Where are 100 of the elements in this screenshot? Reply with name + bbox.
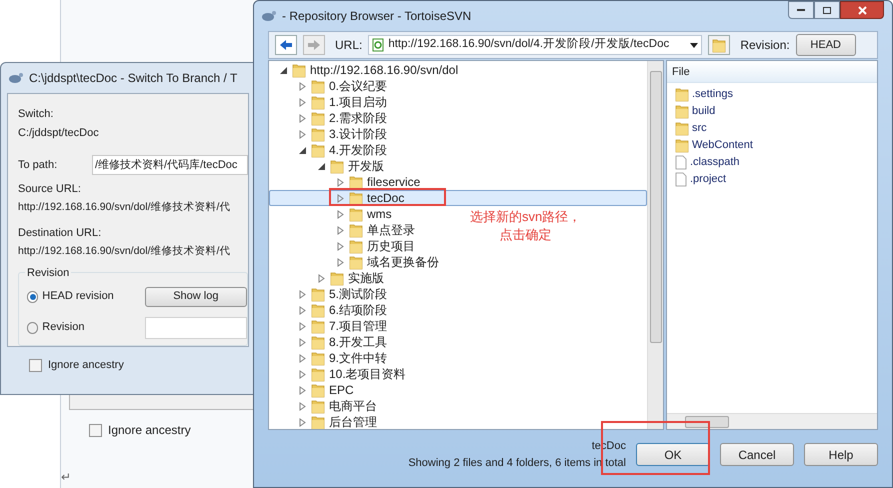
file-name[interactable]: build	[692, 103, 716, 120]
forward-button[interactable]	[303, 35, 325, 55]
tree-item[interactable]: tecDoc	[269, 190, 647, 206]
dialog-button[interactable]: Help	[804, 443, 878, 466]
collapsed-arrow-icon[interactable]	[337, 226, 345, 234]
collapsed-arrow-icon[interactable]	[337, 242, 345, 250]
radio-label: Revision	[42, 320, 86, 336]
collapsed-arrow-icon[interactable]	[337, 210, 345, 218]
tree-item[interactable]: 历史项目	[269, 238, 418, 254]
expanded-arrow-icon[interactable]	[318, 162, 326, 170]
collapsed-arrow-icon[interactable]	[299, 82, 307, 90]
minimize-button[interactable]	[788, 1, 814, 19]
collapsed-arrow-icon[interactable]	[299, 322, 307, 330]
back-button[interactable]	[275, 35, 297, 55]
maximize-button[interactable]	[814, 1, 840, 19]
folder-icon	[675, 87, 689, 102]
checkbox[interactable]	[29, 358, 42, 372]
tree-item[interactable]: EPC	[269, 382, 357, 398]
window-title: C:\jddspt\tecDoc - Switch To Branch / T	[29, 70, 238, 87]
collapsed-arrow-icon[interactable]	[337, 258, 345, 266]
collapsed-arrow-icon[interactable]	[299, 338, 307, 346]
tree-label: 5.测试阶段	[329, 288, 388, 300]
file-name[interactable]: .settings	[692, 86, 733, 103]
file-name[interactable]: WebContent	[692, 137, 753, 154]
revision-button[interactable]: HEAD	[796, 34, 856, 56]
collapsed-arrow-icon[interactable]	[299, 290, 307, 298]
url-combobox[interactable]: http://192.168.16.90/svn/dol/4.开发阶段/开发版/tecDoc	[368, 35, 702, 55]
collapsed-arrow-icon[interactable]	[299, 306, 307, 314]
tree-item[interactable]: 电商平台	[269, 398, 380, 414]
collapsed-arrow-icon[interactable]	[299, 370, 307, 378]
tree-item[interactable]: 10.老项目资料	[269, 366, 409, 382]
dialog-button[interactable]: OK	[636, 443, 710, 466]
revision-field[interactable]	[144, 316, 247, 338]
collapsed-arrow-icon[interactable]	[299, 418, 307, 426]
collapsed-arrow-icon[interactable]	[299, 114, 307, 122]
up-folder-button[interactable]	[708, 35, 730, 55]
tree-item[interactable]: 0.会议纪要	[269, 78, 390, 94]
right-arrow-icon	[307, 39, 321, 51]
collapsed-arrow-icon[interactable]	[299, 386, 307, 394]
horizontal-scrollbar[interactable]	[667, 413, 877, 429]
url-label: URL:	[335, 37, 362, 54]
tree-item[interactable]: http://192.168.16.90/svn/dol	[269, 62, 462, 78]
tree-item[interactable]: 2.需求阶段	[269, 110, 390, 126]
column-header[interactable]: File	[667, 61, 877, 83]
tree-item[interactable]: 1.项目启动	[269, 94, 390, 110]
tree-label: 域名更换备份	[367, 256, 439, 268]
tree-label: 后台管理	[329, 416, 377, 428]
tree-item[interactable]: 6.结项阶段	[269, 302, 390, 318]
tree-item[interactable]: 8.开发工具	[269, 334, 390, 350]
tree-item[interactable]: 9.文件中转	[269, 350, 390, 366]
tree-item[interactable]: 开发版	[269, 158, 387, 174]
tree-label: 10.老项目资料	[329, 368, 406, 380]
collapsed-arrow-icon[interactable]	[299, 130, 307, 138]
tree-item[interactable]: 域名更换备份	[269, 254, 442, 270]
turtle-icon	[7, 71, 23, 85]
tree-item[interactable]: wms	[269, 206, 395, 222]
tree-item[interactable]: 后台管理	[269, 414, 380, 429]
url-text: http://192.168.16.90/svn/dol/维修技术资料/代	[18, 200, 232, 214]
tree-item[interactable]: 3.设计阶段	[269, 126, 390, 142]
dialog-button[interactable]: Cancel	[720, 443, 794, 466]
folder-icon	[292, 62, 306, 78]
folder-icon	[349, 222, 363, 238]
checkbox[interactable]	[89, 424, 102, 436]
path-field[interactable]: /维修技术资料/代码库/tecDoc	[92, 155, 248, 175]
turtle-icon	[260, 9, 276, 23]
collapsed-arrow-icon[interactable]	[318, 274, 326, 282]
tree-label: 9.文件中转	[329, 352, 388, 364]
tree-label: 3.设计阶段	[329, 128, 388, 140]
file-name[interactable]: .classpath	[690, 154, 740, 171]
collapsed-arrow-icon[interactable]	[337, 178, 345, 186]
field-label: To path:	[18, 158, 58, 173]
file-name[interactable]: src	[692, 120, 707, 137]
collapsed-arrow-icon[interactable]	[299, 98, 307, 106]
scrollbar[interactable]	[647, 61, 663, 429]
folder-icon	[311, 110, 325, 126]
expanded-arrow-icon[interactable]	[280, 66, 288, 74]
collapsed-arrow-icon[interactable]	[337, 194, 345, 202]
show-log-button[interactable]: Show log	[144, 286, 247, 306]
collapsed-arrow-icon[interactable]	[299, 354, 307, 362]
folder-icon	[311, 286, 325, 302]
folder-icon	[311, 382, 325, 398]
dropdown-arrow-icon[interactable]	[690, 42, 698, 48]
folder-icon	[675, 138, 689, 153]
tree-item[interactable]: 7.项目管理	[269, 318, 390, 334]
tree-label: http://192.168.16.90/svn/dol	[310, 64, 458, 76]
tree-item[interactable]: 4.开发阶段	[269, 142, 390, 158]
tree-label: 开发版	[348, 160, 384, 172]
tree-item[interactable]: 5.测试阶段	[269, 286, 390, 302]
file-name[interactable]: .project	[690, 171, 726, 188]
tree-item[interactable]: fileservice	[269, 174, 424, 190]
radio-button[interactable]	[27, 290, 38, 302]
tree-item[interactable]: 实施版	[269, 270, 387, 286]
expanded-arrow-icon[interactable]	[299, 146, 307, 154]
collapsed-arrow-icon[interactable]	[299, 402, 307, 410]
folder-icon	[311, 94, 325, 110]
folder-icon	[675, 121, 689, 136]
tree-item[interactable]: 单点登录	[269, 222, 418, 238]
radio-button[interactable]	[27, 322, 38, 334]
revision-label: Revision:	[740, 37, 790, 54]
close-button[interactable]	[840, 1, 884, 19]
